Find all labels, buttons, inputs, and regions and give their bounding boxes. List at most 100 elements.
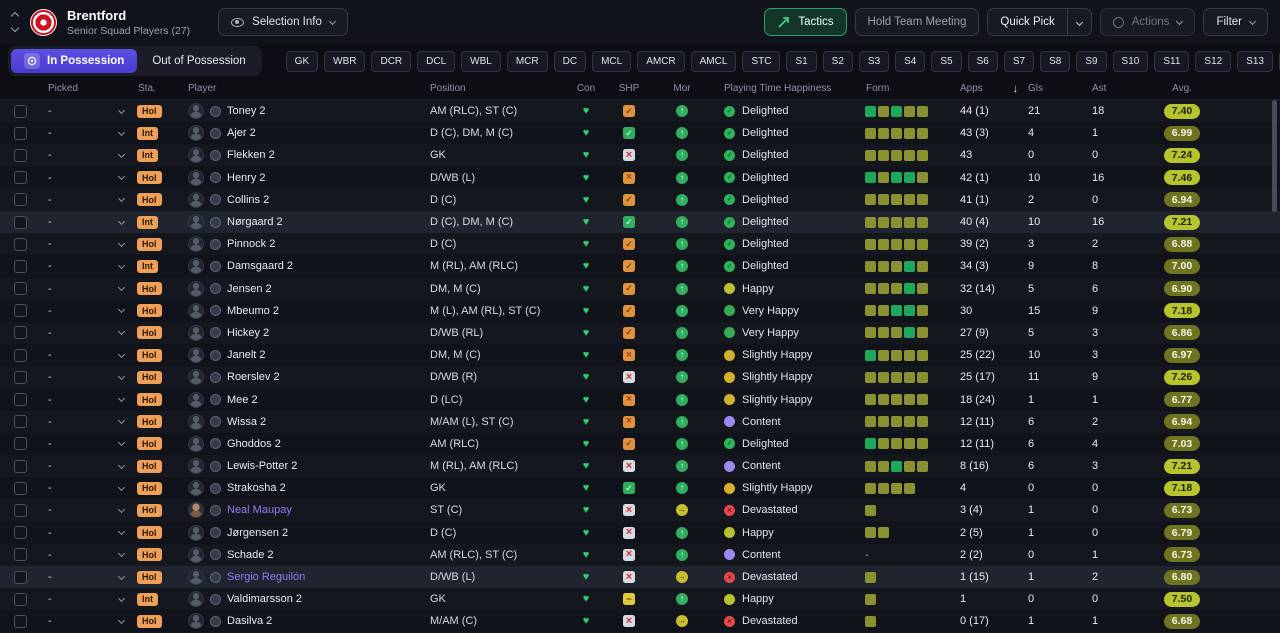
actions-button[interactable]: Actions bbox=[1099, 8, 1196, 36]
position-filter-button[interactable]: S9 bbox=[1076, 50, 1107, 72]
player-name[interactable]: Flekken 2 bbox=[227, 149, 275, 161]
picked-dropdown[interactable]: - bbox=[34, 172, 134, 184]
quick-pick-dropdown[interactable] bbox=[1068, 9, 1091, 35]
player-name[interactable]: Mee 2 bbox=[227, 394, 258, 406]
row-checkbox[interactable] bbox=[14, 215, 27, 229]
player-name[interactable]: Mbeumo 2 bbox=[227, 305, 279, 317]
row-checkbox[interactable] bbox=[14, 237, 27, 251]
position-filter-button[interactable]: S8 bbox=[1040, 50, 1071, 72]
picked-dropdown[interactable]: - bbox=[34, 549, 134, 561]
player-row[interactable]: - Hol Mee 2 D (LC) ♥ Slightly Happy 18 (… bbox=[0, 388, 1280, 411]
row-checkbox[interactable] bbox=[14, 348, 27, 362]
position-filter-button[interactable]: DCR bbox=[371, 50, 412, 72]
row-checkbox[interactable] bbox=[14, 415, 27, 429]
position-filter-button[interactable]: DCL bbox=[417, 50, 456, 72]
quick-pick-button[interactable]: Quick Pick bbox=[988, 9, 1066, 35]
position-filter-button[interactable]: S4 bbox=[895, 50, 926, 72]
player-name[interactable]: Jørgensen 2 bbox=[227, 527, 288, 539]
picked-dropdown[interactable]: - bbox=[34, 238, 134, 250]
position-filter-button[interactable]: S2 bbox=[822, 50, 853, 72]
position-filter-button[interactable]: S5 bbox=[931, 50, 962, 72]
position-filter-button[interactable]: DC bbox=[553, 50, 587, 72]
row-checkbox[interactable] bbox=[14, 393, 27, 407]
player-row[interactable]: - Hol Jensen 2 DM, M (C) ♥ Happy 32 (14)… bbox=[0, 277, 1280, 300]
player-name[interactable]: Ajer 2 bbox=[227, 127, 256, 139]
picked-dropdown[interactable]: - bbox=[34, 371, 134, 383]
position-filter-button[interactable]: MCR bbox=[506, 50, 548, 72]
row-checkbox[interactable] bbox=[14, 148, 27, 162]
club-crest[interactable] bbox=[30, 8, 57, 36]
row-checkbox[interactable] bbox=[14, 370, 27, 384]
row-checkbox[interactable] bbox=[14, 481, 27, 495]
player-name[interactable]: Toney 2 bbox=[227, 105, 266, 117]
player-row[interactable]: - Hol Janelt 2 DM, M (C) ♥ Slightly Happ… bbox=[0, 344, 1280, 367]
player-row[interactable]: - Hol Wissa 2 M/AM (L), ST (C) ♥ Content… bbox=[0, 410, 1280, 433]
player-row[interactable]: - Hol Collins 2 D (C) ♥ Delighted 41 (1)… bbox=[0, 188, 1280, 211]
position-filter-button[interactable]: S13 bbox=[1237, 50, 1273, 72]
picked-dropdown[interactable]: - bbox=[34, 349, 134, 361]
row-checkbox[interactable] bbox=[14, 526, 27, 540]
filter-button[interactable]: Filter bbox=[1203, 8, 1268, 36]
position-filter-button[interactable]: S12 bbox=[1195, 50, 1232, 72]
position-filter-button[interactable]: AMCR bbox=[637, 50, 685, 72]
player-name[interactable]: Schade 2 bbox=[227, 549, 273, 561]
row-checkbox[interactable] bbox=[14, 171, 27, 185]
player-row[interactable]: - Int Valdimarsson 2 GK ♥ Happy 1 0 0 7.… bbox=[0, 588, 1280, 611]
player-name[interactable]: Neal Maupay bbox=[227, 504, 292, 516]
player-row[interactable]: - Int Nørgaard 2 D (C), DM, M (C) ♥ Deli… bbox=[0, 210, 1280, 234]
row-checkbox[interactable] bbox=[14, 614, 27, 628]
player-name[interactable]: Janelt 2 bbox=[227, 349, 266, 361]
player-name[interactable]: Collins 2 bbox=[227, 194, 269, 206]
player-name[interactable]: Strakosha 2 bbox=[227, 482, 286, 494]
row-checkbox[interactable] bbox=[14, 326, 27, 340]
position-filter-button[interactable]: S7 bbox=[1003, 50, 1035, 72]
column-header-apps[interactable]: Apps ↓ bbox=[958, 83, 1026, 95]
row-checkbox[interactable] bbox=[14, 104, 27, 118]
tactics-button[interactable]: Tactics bbox=[764, 8, 847, 36]
picked-dropdown[interactable]: - bbox=[34, 105, 134, 117]
player-row[interactable]: - Hol Ghoddos 2 AM (RLC) ♥ Delighted 12 … bbox=[0, 432, 1280, 455]
picked-dropdown[interactable]: - bbox=[34, 149, 134, 161]
scrollbar-thumb[interactable] bbox=[1272, 100, 1277, 212]
column-header-gls[interactable]: Gls bbox=[1026, 83, 1090, 94]
picked-dropdown[interactable]: - bbox=[34, 305, 134, 317]
player-row[interactable]: - Hol Jørgensen 2 D (C) ♥ Happy 2 (5) 1 … bbox=[0, 521, 1280, 544]
position-filter-button[interactable]: S10 bbox=[1112, 50, 1149, 72]
player-row[interactable]: - Hol Lewis-Potter 2 M (RL), AM (RLC) ♥ … bbox=[0, 455, 1280, 478]
column-header-player[interactable]: Player bbox=[184, 83, 428, 94]
picked-dropdown[interactable]: - bbox=[34, 194, 134, 206]
picked-dropdown[interactable]: - bbox=[34, 394, 134, 406]
player-row[interactable]: - Hol Hickey 2 D/WB (RL) ♥ Very Happy 27… bbox=[0, 321, 1280, 345]
position-filter-button[interactable]: WBR bbox=[324, 50, 366, 72]
position-filter-button[interactable]: MCL bbox=[592, 50, 632, 72]
player-name[interactable]: Roerslev 2 bbox=[227, 371, 280, 383]
player-name[interactable]: Jensen 2 bbox=[227, 283, 272, 295]
picked-dropdown[interactable]: - bbox=[34, 482, 134, 494]
row-checkbox[interactable] bbox=[14, 570, 27, 584]
column-header-picked[interactable]: Picked bbox=[34, 83, 134, 94]
player-name[interactable]: Damsgaard 2 bbox=[227, 260, 293, 272]
row-checkbox[interactable] bbox=[14, 282, 27, 296]
player-name[interactable]: Ghoddos 2 bbox=[227, 438, 281, 450]
position-filter-button[interactable]: AMCL bbox=[690, 50, 737, 72]
column-header-happiness[interactable]: Playing Time Happiness bbox=[710, 83, 862, 94]
row-checkbox[interactable] bbox=[14, 548, 27, 562]
row-checkbox[interactable] bbox=[14, 304, 27, 318]
player-name[interactable]: Dasilva 2 bbox=[227, 615, 272, 627]
column-header-con[interactable]: Con bbox=[568, 83, 604, 94]
player-name[interactable]: Pinnock 2 bbox=[227, 238, 275, 250]
player-row[interactable]: - Hol Toney 2 AM (RLC), ST (C) ♥ Delight… bbox=[0, 100, 1280, 123]
position-filter-button[interactable]: S3 bbox=[858, 50, 890, 72]
scrollbar-track[interactable] bbox=[1272, 98, 1277, 628]
selection-info-button[interactable]: Selection Info bbox=[218, 8, 348, 36]
picked-dropdown[interactable]: - bbox=[34, 571, 134, 583]
position-filter-button[interactable]: S6 bbox=[967, 50, 998, 72]
position-filter-button[interactable]: STC bbox=[742, 50, 781, 72]
row-checkbox[interactable] bbox=[14, 437, 27, 451]
player-name[interactable]: Lewis-Potter 2 bbox=[227, 460, 297, 472]
picked-dropdown[interactable]: - bbox=[34, 327, 134, 339]
player-row[interactable]: - Int Ajer 2 D (C), DM, M (C) ♥ Delighte… bbox=[0, 122, 1280, 145]
column-header-avg[interactable]: Avg. bbox=[1152, 83, 1212, 94]
player-name[interactable]: Henry 2 bbox=[227, 172, 266, 184]
position-filter-button[interactable]: S1 bbox=[786, 50, 817, 72]
